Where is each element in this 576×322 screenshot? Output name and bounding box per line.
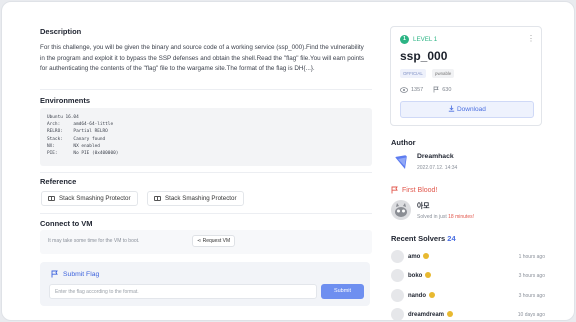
first-blood-note: Solved in just 18 minutes! xyxy=(417,214,474,220)
solver-name: dreamdream xyxy=(408,311,454,318)
reference-heading: Reference xyxy=(40,177,77,186)
reference-label: Stack Smashing Protector xyxy=(59,195,131,202)
views-count: 1357 xyxy=(411,86,424,93)
env-line: PIE: No PIE (0x400000) xyxy=(47,151,119,157)
solver-row[interactable]: dreamdream 10 days ago xyxy=(390,308,545,320)
author-avatar xyxy=(395,155,407,169)
submit-button[interactable]: Submit xyxy=(321,284,364,299)
author-date: 2022.07.12. 14:34 xyxy=(417,165,458,171)
badge-icon xyxy=(429,292,435,298)
author-heading: Author xyxy=(391,138,416,147)
views-stat: 1357 xyxy=(400,86,423,93)
first-blood-note-prefix: Solved in just xyxy=(417,214,447,220)
level-label: LEVEL 1 xyxy=(413,36,438,43)
divider xyxy=(40,172,372,173)
vm-heading: Connect to VM xyxy=(40,219,93,228)
solver-row[interactable]: nando 3 hours ago xyxy=(390,289,545,303)
badge-icon xyxy=(447,311,454,317)
env-line: Stack: Canary found xyxy=(47,136,106,142)
level-number: 1 xyxy=(400,35,409,44)
challenge-title: ssp_000 xyxy=(400,49,448,63)
page-frame: Description For this challenge, you will… xyxy=(1,1,575,321)
first-blood-heading: First Blood! xyxy=(391,186,437,194)
reference-link[interactable]: Stack Smashing Protector xyxy=(147,191,244,206)
submit-flag-label: Submit Flag xyxy=(63,270,100,278)
solver-name-text: dreamdream xyxy=(408,312,445,318)
challenge-card: 1 LEVEL 1 ⋮ ssp_000 OFFICIAL pwnable 135… xyxy=(390,26,542,126)
divider xyxy=(40,213,372,214)
link-icon: ⋖ xyxy=(197,238,202,244)
solver-time: 3 hours ago xyxy=(518,273,545,279)
reference-label: Stack Smashing Protector xyxy=(165,195,237,202)
env-line: Arch: amd64-64-little xyxy=(47,122,114,128)
tag-category[interactable]: pwnable xyxy=(432,69,455,78)
divider xyxy=(40,89,372,90)
download-label: Download xyxy=(456,106,486,113)
solver-row[interactable]: boko 3 hours ago xyxy=(390,269,545,283)
recent-solvers-count: 24 xyxy=(447,234,456,243)
level-badge: 1 LEVEL 1 xyxy=(400,35,437,44)
env-line: RELRO: Partial RELRO xyxy=(47,129,108,135)
avatar xyxy=(391,308,404,320)
solver-time: 10 days ago xyxy=(517,312,545,318)
environments-heading: Environments xyxy=(40,96,91,105)
solver-name: boko xyxy=(408,272,432,279)
solves-stat: 630 xyxy=(433,86,451,93)
badge-icon xyxy=(425,272,432,278)
kebab-icon[interactable]: ⋮ xyxy=(527,35,535,43)
request-vm-label: Request VM xyxy=(202,238,231,244)
environments-code-block: Ubuntu 16.04 Arch: amd64-64-little RELRO: … xyxy=(40,108,372,166)
recent-solvers-label: Recent Solvers xyxy=(391,234,446,243)
solver-name: amo xyxy=(408,253,430,260)
solver-name: nando xyxy=(408,292,435,299)
challenge-stats: 1357 630 xyxy=(400,86,451,93)
request-vm-button[interactable]: ⋖ Request VM xyxy=(192,235,236,247)
submit-flag-title: Submit Flag xyxy=(51,270,99,278)
flag-icon xyxy=(391,186,398,194)
flag-icon xyxy=(51,270,58,278)
submit-flag-panel: Submit Flag Submit xyxy=(40,262,370,306)
env-line: NX: NX enabled xyxy=(47,143,100,149)
first-blood-avatar xyxy=(391,200,411,220)
reference-link[interactable]: Stack Smashing Protector xyxy=(41,191,138,206)
book-icon xyxy=(154,196,161,201)
first-blood-label: First Blood! xyxy=(402,186,438,194)
badge-icon xyxy=(423,253,430,259)
download-icon xyxy=(448,105,455,112)
description-text: For this challenge, you will be given th… xyxy=(40,44,365,73)
first-blood-time: 18 minutes! xyxy=(448,214,474,220)
avatar xyxy=(391,250,404,263)
solver-name-text: nando xyxy=(408,293,426,299)
solver-name-text: boko xyxy=(408,273,423,279)
env-line: Ubuntu 16.04 xyxy=(47,115,79,120)
download-button[interactable]: Download xyxy=(400,101,534,118)
first-blood-name[interactable]: 아모 xyxy=(417,200,430,210)
vm-note: It may take some time for the VM to boot… xyxy=(48,238,140,244)
solver-time: 1 hours ago xyxy=(518,254,545,260)
recent-solvers-heading: Recent Solvers 24 xyxy=(391,234,456,243)
author-name[interactable]: Dreamhack xyxy=(417,153,454,160)
description-heading: Description xyxy=(40,27,82,36)
solves-count: 630 xyxy=(442,86,452,93)
avatar xyxy=(391,269,404,282)
book-icon xyxy=(48,196,55,201)
tag-official[interactable]: OFFICIAL xyxy=(400,69,426,78)
solver-row[interactable]: amo 1 hours ago xyxy=(390,250,545,264)
solver-name-text: amo xyxy=(408,254,421,260)
eye-icon xyxy=(400,86,408,93)
solver-time: 3 hours ago xyxy=(518,293,545,299)
avatar xyxy=(391,289,404,302)
flag-input[interactable] xyxy=(49,284,317,299)
flag-icon xyxy=(433,86,439,93)
